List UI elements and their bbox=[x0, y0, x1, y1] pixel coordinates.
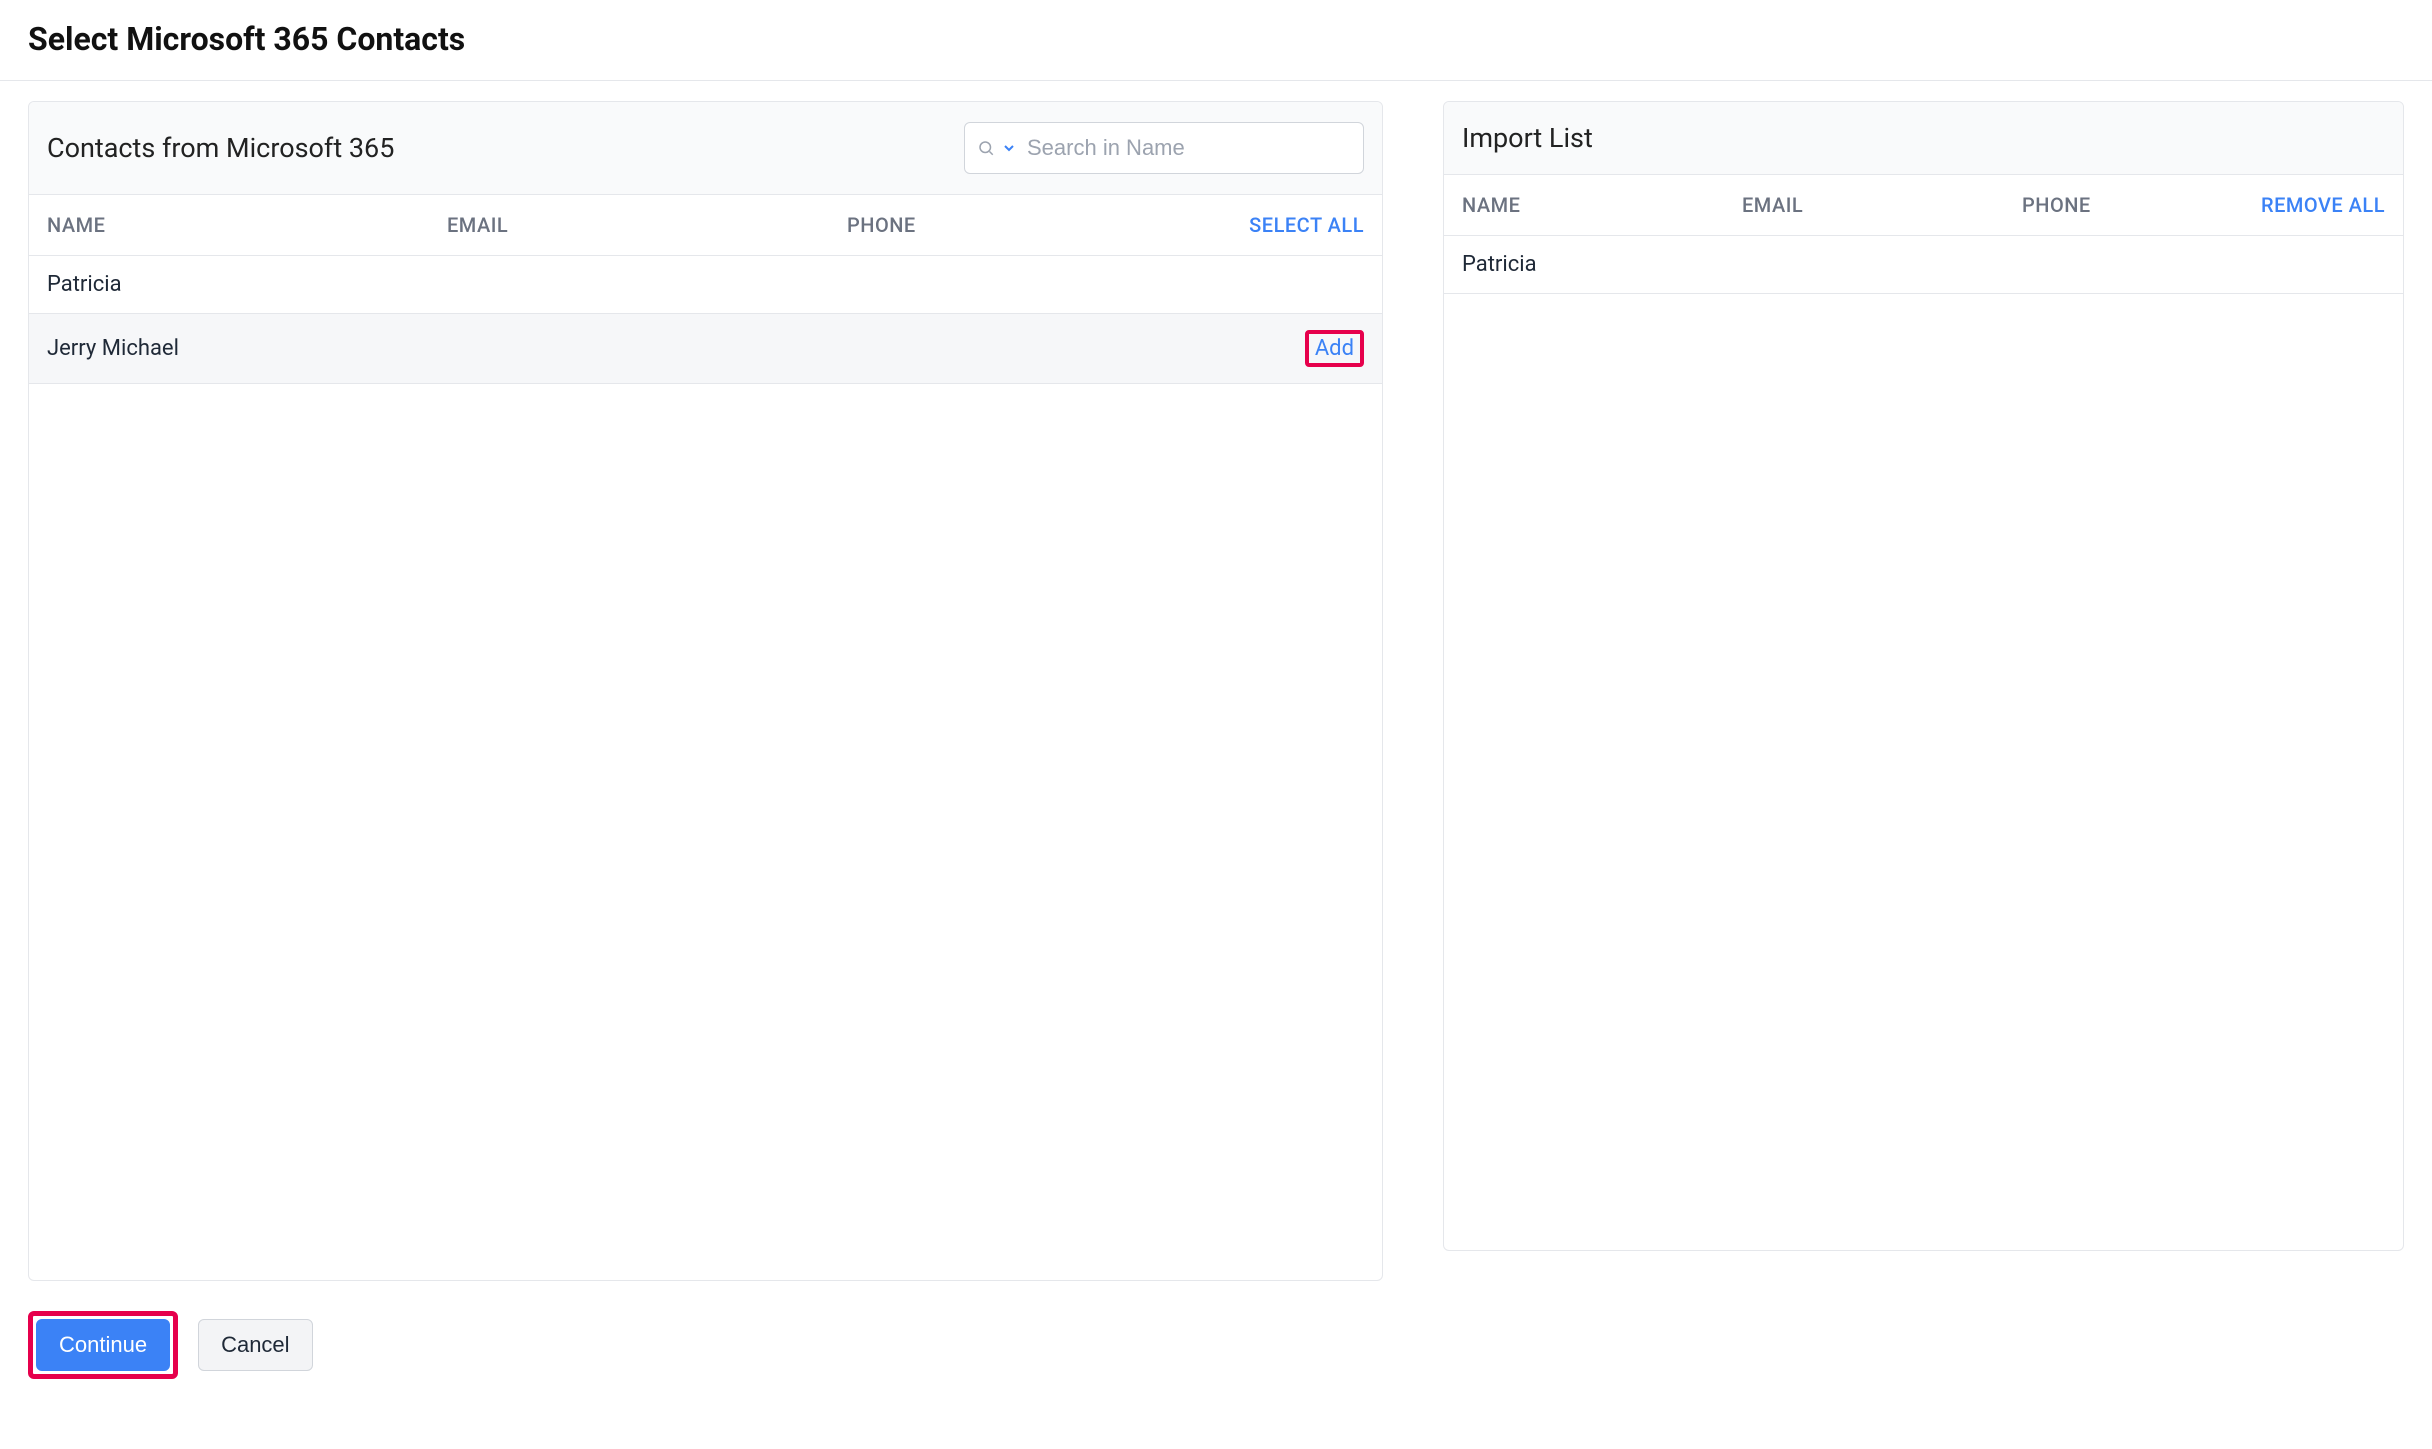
contacts-table-body: Patricia Jerry Michael Add bbox=[29, 256, 1382, 1280]
import-table-body: Patricia bbox=[1444, 236, 2403, 1250]
import-table-header: NAME EMAIL PHONE REMOVE ALL bbox=[1444, 175, 2403, 236]
contacts-panel: Contacts from Microsoft 365 bbox=[28, 101, 1383, 1281]
import-panel-header: Import List bbox=[1444, 102, 2403, 175]
table-row[interactable]: Patricia bbox=[29, 256, 1382, 314]
annotation-highlight: Add bbox=[1305, 330, 1364, 367]
page-header: Select Microsoft 365 Contacts bbox=[0, 0, 2432, 81]
column-name: NAME bbox=[1462, 193, 1742, 217]
content-area: Contacts from Microsoft 365 bbox=[0, 81, 2432, 1301]
table-row[interactable]: Patricia bbox=[1444, 236, 2403, 294]
cancel-button[interactable]: Cancel bbox=[198, 1319, 312, 1371]
footer: Continue Cancel bbox=[0, 1301, 2432, 1407]
column-phone: PHONE bbox=[2022, 193, 2261, 217]
cell-name: Patricia bbox=[1462, 252, 1742, 277]
remove-all-link[interactable]: REMOVE ALL bbox=[2261, 193, 2385, 217]
select-all-link[interactable]: SELECT ALL bbox=[1249, 213, 1364, 237]
cell-name: Patricia bbox=[47, 272, 447, 297]
add-button[interactable]: Add bbox=[1315, 336, 1354, 361]
table-row[interactable]: Jerry Michael Add bbox=[29, 314, 1382, 384]
cell-action: Add bbox=[1305, 330, 1364, 367]
import-panel: Import List NAME EMAIL PHONE REMOVE ALL … bbox=[1443, 101, 2404, 1251]
column-email: EMAIL bbox=[447, 213, 847, 237]
continue-button[interactable]: Continue bbox=[36, 1319, 170, 1371]
contacts-panel-title: Contacts from Microsoft 365 bbox=[47, 132, 394, 164]
annotation-highlight: Continue bbox=[28, 1311, 178, 1379]
column-phone: PHONE bbox=[847, 213, 1249, 237]
contacts-table-header: NAME EMAIL PHONE SELECT ALL bbox=[29, 195, 1382, 256]
chevron-down-icon[interactable] bbox=[1001, 140, 1017, 156]
import-panel-title: Import List bbox=[1462, 122, 1593, 154]
contacts-panel-header: Contacts from Microsoft 365 bbox=[29, 102, 1382, 195]
search-field-wrap[interactable] bbox=[964, 122, 1364, 174]
column-email: EMAIL bbox=[1742, 193, 2022, 217]
page-title: Select Microsoft 365 Contacts bbox=[28, 20, 2404, 58]
column-name: NAME bbox=[47, 213, 447, 237]
search-icon bbox=[977, 139, 995, 157]
search-input[interactable] bbox=[1027, 135, 1351, 161]
cell-name: Jerry Michael bbox=[47, 336, 447, 361]
